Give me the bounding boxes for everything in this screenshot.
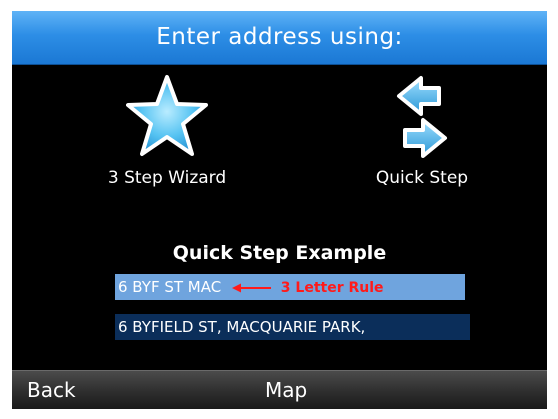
screen: Enter address using: 3 Step Wizard Quick…	[12, 11, 547, 409]
option-label-wizard: 3 Step Wizard	[107, 168, 227, 188]
star-icon	[126, 75, 208, 156]
arrows-icon	[397, 76, 447, 158]
title-bar: Enter address using:	[12, 11, 547, 65]
left-arrow-icon	[232, 283, 271, 292]
softkey-bar: Back Map	[12, 370, 547, 409]
page-title: Enter address using:	[156, 24, 403, 50]
example-result-text: 6 BYFIELD ST, MACQUARIE PARK,	[118, 318, 366, 336]
example-result-row: 6 BYFIELD ST, MACQUARIE PARK,	[115, 314, 470, 340]
rule-label: 3 Letter Rule	[280, 280, 384, 296]
option-3-step-wizard[interactable]: 3 Step Wizard	[67, 74, 267, 188]
example-title: Quick Step Example	[172, 242, 387, 264]
option-quick-step[interactable]: Quick Step	[322, 74, 522, 188]
example-input-text: 6 BYF ST MAC	[118, 278, 222, 296]
device-frame: Enter address using: 3 Step Wizard Quick…	[0, 0, 558, 419]
back-softkey[interactable]: Back	[27, 371, 76, 409]
option-label-quick: Quick Step	[375, 168, 469, 188]
map-softkey[interactable]: Map	[265, 371, 307, 409]
example-input-row: 6 BYF ST MAC 3 Letter Rule	[115, 274, 465, 300]
